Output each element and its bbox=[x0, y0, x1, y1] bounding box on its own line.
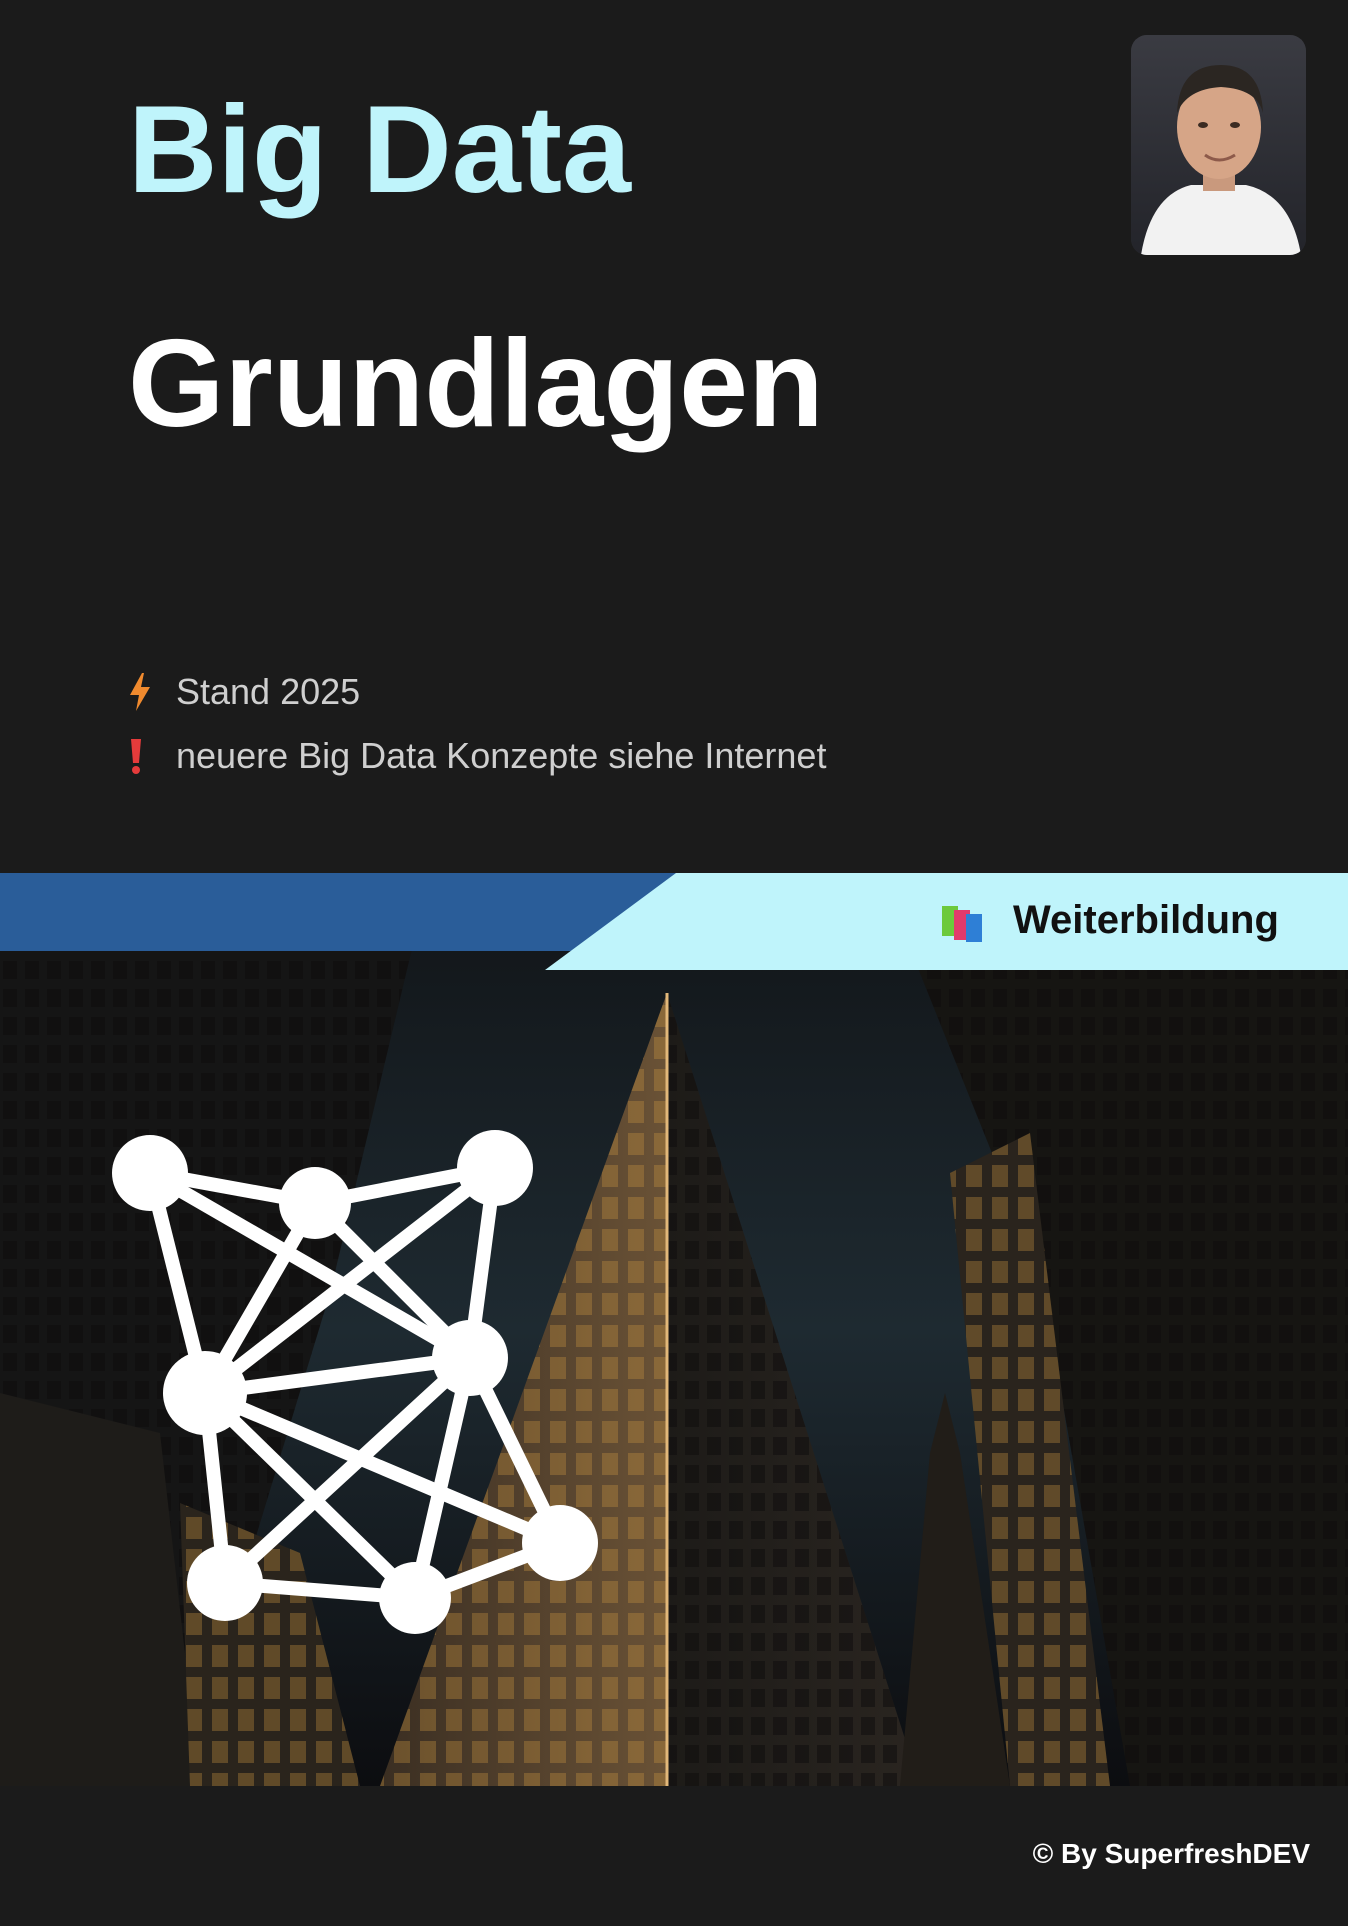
meta-item-note: neuere Big Data Konzepte siehe Internet bbox=[128, 724, 826, 788]
footer-credit: © By SuperfreshDEV bbox=[1032, 1838, 1310, 1869]
cover-subtitle: Grundlagen bbox=[128, 315, 824, 453]
meta-text: neuere Big Data Konzepte siehe Internet bbox=[176, 735, 827, 776]
exclamation-icon bbox=[128, 737, 176, 775]
meta-item-stand: Stand 2025 bbox=[128, 660, 826, 724]
author-avatar bbox=[1131, 35, 1306, 255]
hero-image bbox=[0, 873, 1348, 1786]
lightning-icon bbox=[128, 673, 176, 711]
cover-title: Big Data bbox=[128, 81, 631, 219]
banner-label: Weiterbildung bbox=[1013, 898, 1279, 942]
meta-text: Stand 2025 bbox=[176, 671, 361, 712]
meta-list: Stand 2025 neuere Big Data Konzepte sieh… bbox=[128, 660, 826, 788]
books-icon bbox=[940, 902, 986, 949]
